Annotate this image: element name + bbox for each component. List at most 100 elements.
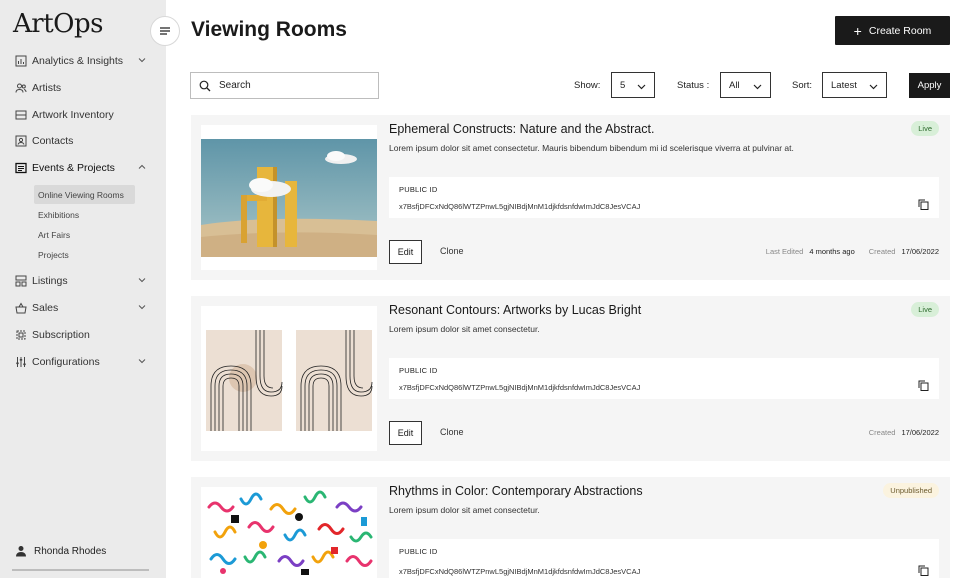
sidebar-item-label: Configurations [32, 356, 100, 368]
sidebar-item-label: Sales [32, 302, 59, 314]
sort-select[interactable]: Latest [822, 72, 887, 98]
plus-icon: + [853, 22, 862, 39]
room-card: Ephemeral Constructs: Nature and the Abs… [191, 115, 950, 280]
sidebar-subitem-online-viewing-rooms[interactable]: Online Viewing Rooms [34, 185, 135, 204]
room-meta: Created 17/06/2022 [869, 428, 939, 437]
room-card: Rhythms in Color: Contemporary Abstracti… [191, 477, 950, 578]
show-value: 5 [620, 79, 626, 91]
menu-icon [160, 27, 170, 35]
create-room-button[interactable]: + Create Room [835, 16, 950, 45]
sort-value: Latest [831, 79, 857, 91]
room-title[interactable]: Resonant Contours: Artworks by Lucas Bri… [389, 303, 641, 317]
public-id-box: PUBLIC ID x7BsfjDFCxNdQ86lWTZPnwL5gjNIBd… [389, 358, 939, 399]
sidebar-item-label: Contacts [32, 135, 74, 147]
sidebar-item-sales[interactable]: Sales [15, 298, 149, 318]
room-meta: Last Edited 4 months ago Created 17/06/2… [766, 247, 939, 256]
room-description: Lorem ipsum dolor sit amet consectetur. [389, 324, 540, 334]
sidebar-scrollbar[interactable] [12, 569, 149, 571]
sidebar-item-subscription[interactable]: Subscription [15, 325, 149, 345]
create-room-label: Create Room [868, 24, 932, 37]
chevron-down-icon [138, 305, 146, 310]
room-thumbnail[interactable] [201, 487, 377, 578]
edit-button[interactable]: Edit [389, 421, 422, 445]
show-label: Show: [574, 80, 601, 91]
last-edited-value: 4 months ago [809, 247, 855, 256]
chevron-down-icon [869, 84, 878, 90]
sidebar-item-label: Analytics & Insights [32, 55, 124, 67]
sidebar-item-artwork-inventory[interactable]: Artwork Inventory [15, 105, 149, 125]
apply-button[interactable]: Apply [909, 73, 950, 98]
public-id-value: x7BsfjDFCxNdQ86lWTZPnwL5gjNIBdjMnM1djkfd… [399, 383, 641, 392]
room-thumbnail[interactable] [201, 306, 377, 451]
status-select[interactable]: All [720, 72, 771, 98]
clone-button[interactable]: Clone [440, 427, 464, 437]
created-label: Created [868, 428, 896, 437]
menu-toggle-button[interactable] [150, 16, 180, 46]
sidebar-subitem-projects[interactable]: Projects [34, 245, 135, 264]
copy-icon[interactable] [918, 565, 929, 576]
chevron-down-icon [753, 84, 762, 90]
sliders-icon [15, 356, 27, 368]
show-select[interactable]: 5 [611, 72, 655, 98]
page-title: Viewing Rooms [191, 18, 347, 41]
chevron-up-icon [138, 164, 146, 169]
sidebar-subitem-art-fairs[interactable]: Art Fairs [34, 225, 135, 244]
public-id-value: x7BsfjDFCxNdQ86lWTZPnwL5gjNIBdjMnM1djkfd… [399, 202, 641, 211]
room-title[interactable]: Rhythms in Color: Contemporary Abstracti… [389, 484, 643, 498]
artwork-image [201, 306, 377, 451]
copy-icon[interactable] [918, 380, 929, 391]
public-id-value: x7BsfjDFCxNdQ86lWTZPnwL5gjNIBdjMnM1djkfd… [399, 567, 641, 576]
sidebar-item-label: Listings [32, 275, 68, 287]
user-name: Rhonda Rhodes [34, 545, 107, 557]
sidebar: ArtOps Analytics & Insights Artists Artw… [0, 0, 166, 578]
contacts-icon [15, 135, 27, 147]
sidebar-item-analytics[interactable]: Analytics & Insights [15, 51, 149, 71]
public-id-label: PUBLIC ID [399, 547, 438, 556]
chevron-down-icon [138, 359, 146, 364]
sidebar-subitem-exhibitions[interactable]: Exhibitions [34, 205, 135, 224]
sidebar-item-listings[interactable]: Listings [15, 271, 149, 291]
users-icon [15, 82, 27, 94]
public-id-label: PUBLIC ID [399, 366, 438, 375]
sidebar-item-label: Artwork Inventory [32, 109, 114, 121]
chevron-down-icon [138, 58, 146, 63]
user-icon [16, 546, 26, 557]
room-thumbnail[interactable] [201, 125, 377, 270]
sidebar-item-label: Artists [32, 82, 62, 94]
public-id-label: PUBLIC ID [399, 185, 438, 194]
user-profile[interactable]: Rhonda Rhodes [15, 545, 106, 557]
status-value: All [729, 79, 740, 91]
sort-label: Sort: [792, 80, 813, 91]
public-id-box: PUBLIC ID x7BsfjDFCxNdQ86lWTZPnwL5gjNIBd… [389, 177, 939, 218]
chevron-down-icon [637, 84, 646, 90]
sidebar-item-artists[interactable]: Artists [15, 78, 149, 98]
created-value: 17/06/2022 [901, 247, 939, 256]
sidebar-item-label: Subscription [32, 329, 90, 341]
chart-icon [15, 55, 27, 67]
sidebar-item-contacts[interactable]: Contacts [15, 131, 149, 151]
search-input[interactable]: Search [190, 72, 379, 99]
status-badge: Live [911, 121, 939, 136]
artwork-image [201, 487, 377, 578]
copy-icon[interactable] [918, 199, 929, 210]
created-value: 17/06/2022 [901, 428, 939, 437]
inventory-icon [15, 109, 27, 121]
clone-button[interactable]: Clone [440, 246, 464, 256]
sidebar-item-events-projects[interactable]: Events & Projects [15, 158, 149, 178]
sidebar-item-configurations[interactable]: Configurations [15, 352, 149, 372]
app-logo: ArtOps [13, 9, 103, 39]
edit-button[interactable]: Edit [389, 240, 422, 264]
status-badge: Live [911, 302, 939, 317]
room-description: Lorem ipsum dolor sit amet consectetur. [389, 505, 540, 515]
subscription-icon [15, 329, 27, 341]
last-edited-label: Last Edited [765, 247, 804, 256]
room-description: Lorem ipsum dolor sit amet consectetur. … [389, 143, 794, 153]
public-id-box: PUBLIC ID x7BsfjDFCxNdQ86lWTZPnwL5gjNIBd… [389, 539, 939, 578]
created-label: Created [868, 247, 896, 256]
events-icon [15, 162, 27, 174]
chevron-down-icon [138, 278, 146, 283]
search-placeholder: Search [219, 80, 251, 91]
status-badge: Unpublished [883, 483, 939, 498]
artwork-image [201, 139, 377, 257]
room-title[interactable]: Ephemeral Constructs: Nature and the Abs… [389, 122, 654, 136]
